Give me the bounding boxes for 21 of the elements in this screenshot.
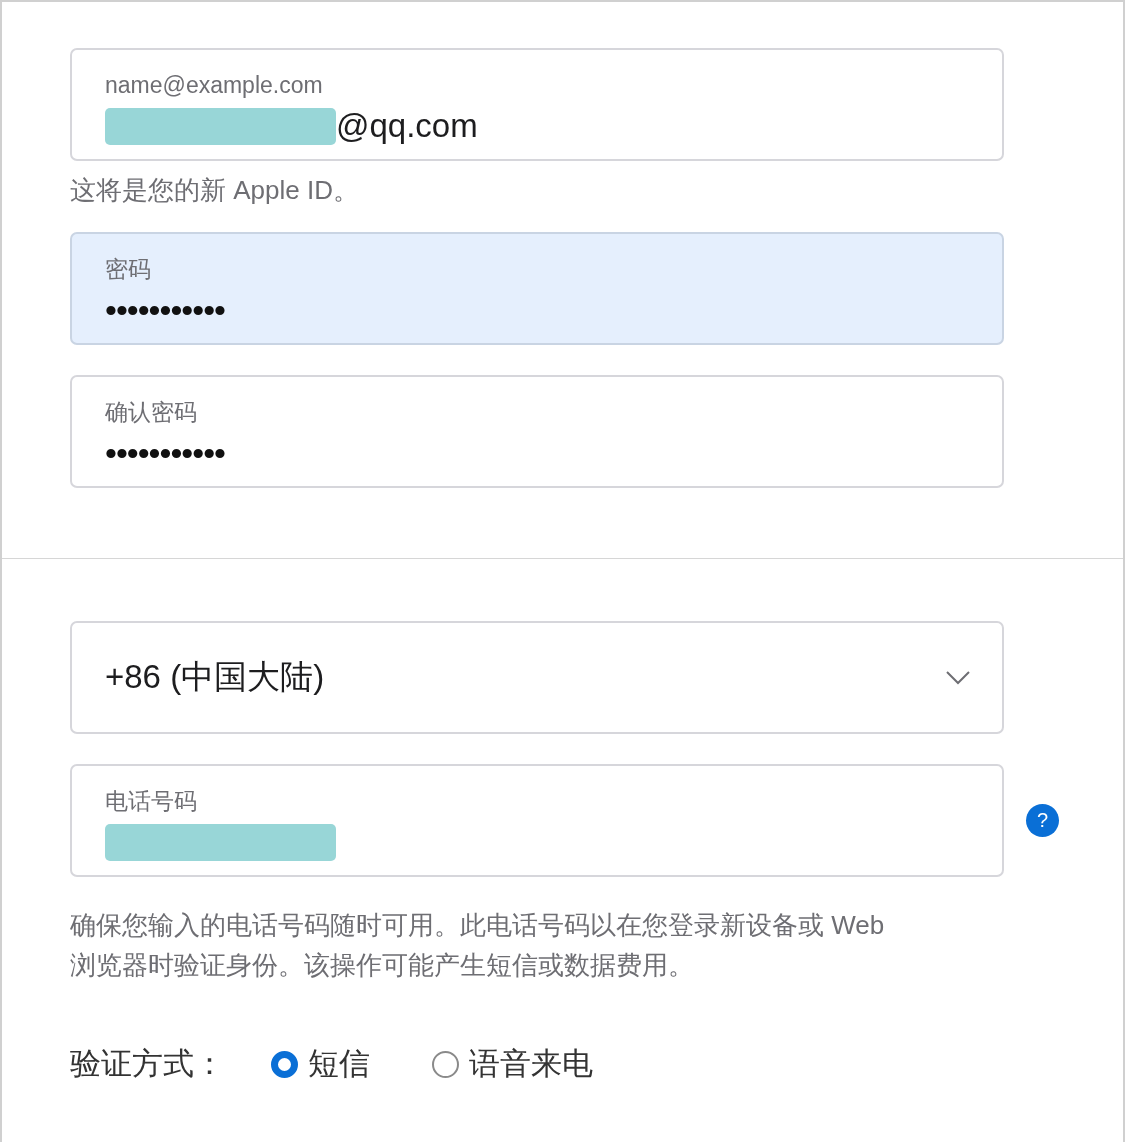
radio-button[interactable] [432,1050,459,1078]
helper-text: 这将是您的新 Apple ID。 [70,174,360,206]
field-label: 确认密码 [105,398,198,427]
input-field[interactable]: 确认密码 ••••••••••• [70,375,1004,488]
radio-button[interactable] [271,1050,298,1078]
chevron-down-icon [946,670,970,685]
input-field[interactable]: name@example.com @qq.com [70,48,1004,161]
help-icon[interactable]: ? [1026,804,1059,837]
field-value: @qq.com [336,107,478,145]
radio-group-label: 验证方式： [70,1045,225,1083]
field-label: name@example.com [105,71,324,100]
helper-text: 确保您输入的电话号码随时可用。此电话号码以在您登录新设备或 Web 浏览器时验证身份。该操作可能产生短信或数据费用。 [70,909,886,982]
country-select[interactable]: +86 (中国大陆) [70,621,1004,734]
radio-label[interactable]: 短信 [308,1043,370,1085]
field-label: 密码 [105,255,152,284]
field-value: ••••••••••• [105,433,225,473]
radio-label[interactable]: 语音来电 [469,1043,593,1085]
input-field[interactable]: 电话号码 [70,764,1004,877]
field-label: 电话号码 [105,787,198,816]
input-field[interactable]: 密码 ••••••••••• [70,232,1004,345]
field-value: ••••••••••• [105,290,225,330]
